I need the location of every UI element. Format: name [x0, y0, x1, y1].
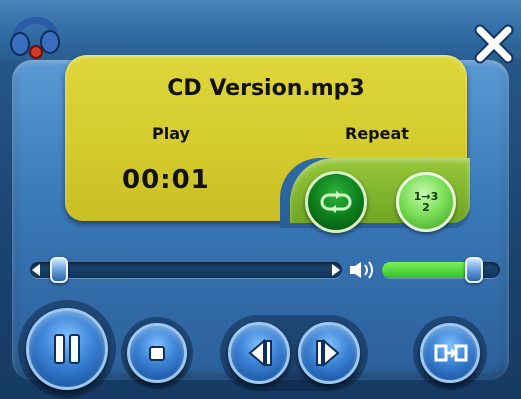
pause-button[interactable] — [26, 308, 108, 390]
stop-icon — [149, 346, 165, 361]
repeat-icon — [320, 191, 352, 213]
play-status: Play — [152, 124, 190, 143]
track-title: CD Version.mp3 — [167, 76, 365, 101]
stop-button[interactable] — [127, 323, 187, 383]
seek-thumb[interactable] — [49, 257, 68, 283]
previous-button[interactable] — [228, 322, 290, 384]
mini-mode-button[interactable] — [420, 323, 480, 383]
volume-thumb[interactable] — [465, 257, 484, 283]
play-order-button[interactable]: 1→3 2 — [396, 172, 456, 232]
seek-slider[interactable] — [30, 262, 342, 278]
shuffle-order-icon: 1→3 2 — [413, 190, 439, 214]
next-track-icon — [316, 338, 340, 368]
repeat-button[interactable] — [305, 171, 367, 233]
elapsed-time: 00:01 — [122, 165, 210, 195]
pause-icon — [54, 334, 80, 364]
speaker-icon[interactable] — [348, 260, 378, 280]
headphones-icon — [10, 17, 60, 59]
repeat-mode-label: Repeat — [345, 124, 409, 143]
seek-start-marker — [32, 264, 40, 276]
next-button[interactable] — [298, 322, 360, 384]
close-icon[interactable] — [474, 24, 514, 64]
seek-end-marker — [332, 264, 340, 276]
previous-track-icon — [248, 338, 272, 368]
volume-level — [382, 262, 474, 278]
mini-mode-icon — [434, 344, 468, 362]
player-window: CD Version.mp3 Play Repeat 00:01 1→3 2 — [0, 0, 521, 399]
